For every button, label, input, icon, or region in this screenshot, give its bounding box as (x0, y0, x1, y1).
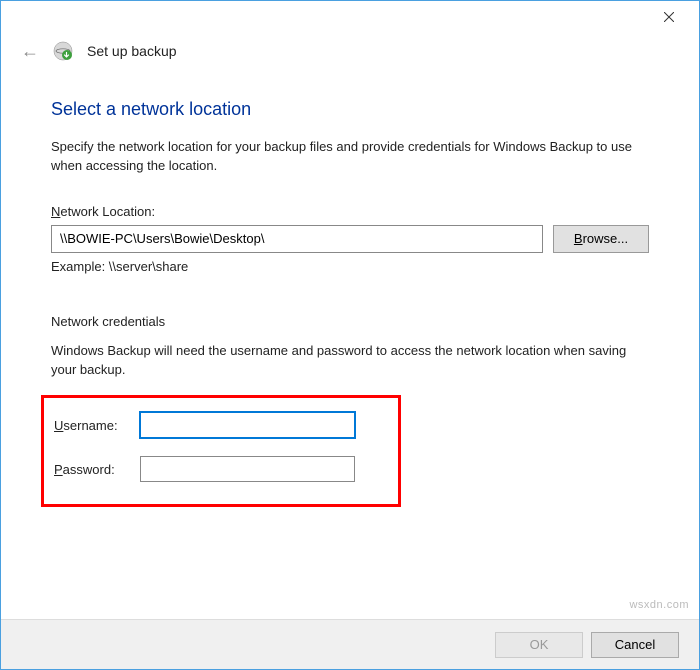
cancel-button[interactable]: Cancel (591, 632, 679, 658)
browse-button[interactable]: Browse... (553, 225, 649, 253)
close-icon (664, 12, 674, 22)
footer: OK Cancel (1, 619, 699, 669)
credentials-description: Windows Backup will need the username an… (51, 342, 649, 380)
password-input[interactable] (140, 456, 355, 482)
network-location-input[interactable] (51, 225, 543, 253)
back-arrow-icon[interactable]: ← (21, 42, 39, 60)
example-text: Example: \\server\share (51, 259, 649, 274)
titlebar (1, 1, 699, 33)
page-heading: Select a network location (51, 99, 649, 120)
backup-wizard-icon (53, 41, 73, 61)
password-row: Password: (54, 456, 378, 482)
dialog-window: ← Set up backup Select a network locatio… (0, 0, 700, 670)
credentials-section-label: Network credentials (51, 314, 649, 329)
header-title: Set up backup (87, 43, 177, 59)
ok-button: OK (495, 632, 583, 658)
network-location-label: Network Location: (51, 204, 649, 219)
close-button[interactable] (647, 3, 691, 31)
username-row: Username: (54, 412, 378, 438)
username-label: Username: (54, 418, 140, 433)
page-description: Specify the network location for your ba… (51, 138, 649, 176)
username-input[interactable] (140, 412, 355, 438)
network-location-row: Browse... (51, 225, 649, 253)
credentials-highlight-box: Username: Password: (41, 395, 401, 507)
content-area: Select a network location Specify the ne… (1, 99, 699, 507)
watermark-text: wsxdn.com (629, 599, 689, 611)
password-label: Password: (54, 462, 140, 477)
header: ← Set up backup (1, 33, 699, 81)
